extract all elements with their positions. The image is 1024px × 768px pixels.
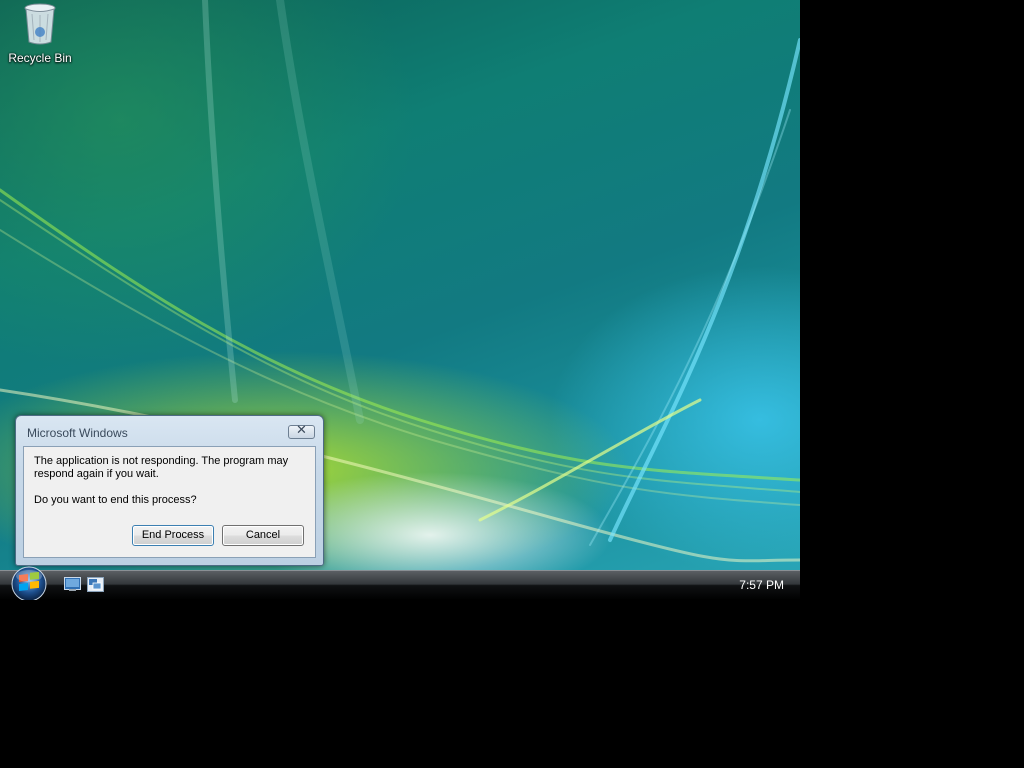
recycle-bin-icon bbox=[23, 2, 57, 46]
dialog-titlebar[interactable]: Microsoft Windows ✕ bbox=[16, 416, 323, 446]
desktop-screen: Recycle Bin Microsoft Windows ✕ The appl… bbox=[0, 0, 800, 600]
desktop-icon-label: Recycle Bin bbox=[8, 51, 72, 65]
cancel-button[interactable]: Cancel bbox=[222, 525, 304, 546]
taskbar-clock[interactable]: 7:57 PM bbox=[739, 578, 784, 592]
dialog-message: The application is not responding. The p… bbox=[34, 455, 289, 480]
close-icon: ✕ bbox=[296, 423, 307, 438]
desktop-icon-recycle-bin[interactable]: Recycle Bin bbox=[6, 2, 74, 65]
windows-start-orb-icon bbox=[11, 566, 47, 600]
end-process-button[interactable]: End Process bbox=[132, 525, 214, 546]
start-button[interactable] bbox=[9, 566, 49, 600]
dialog-title: Microsoft Windows bbox=[27, 426, 128, 440]
quick-launch-show-desktop[interactable] bbox=[64, 577, 81, 592]
quick-launch-switch-windows[interactable] bbox=[87, 577, 104, 592]
dialog-client-area: The application is not responding. The p… bbox=[23, 446, 316, 558]
taskbar bbox=[0, 570, 800, 600]
switch-windows-icon bbox=[87, 577, 104, 592]
show-desktop-icon bbox=[64, 577, 81, 591]
not-responding-dialog: Microsoft Windows ✕ The application is n… bbox=[15, 415, 324, 566]
dialog-close-button[interactable]: ✕ bbox=[288, 423, 315, 439]
dialog-question: Do you want to end this process? bbox=[34, 494, 197, 506]
